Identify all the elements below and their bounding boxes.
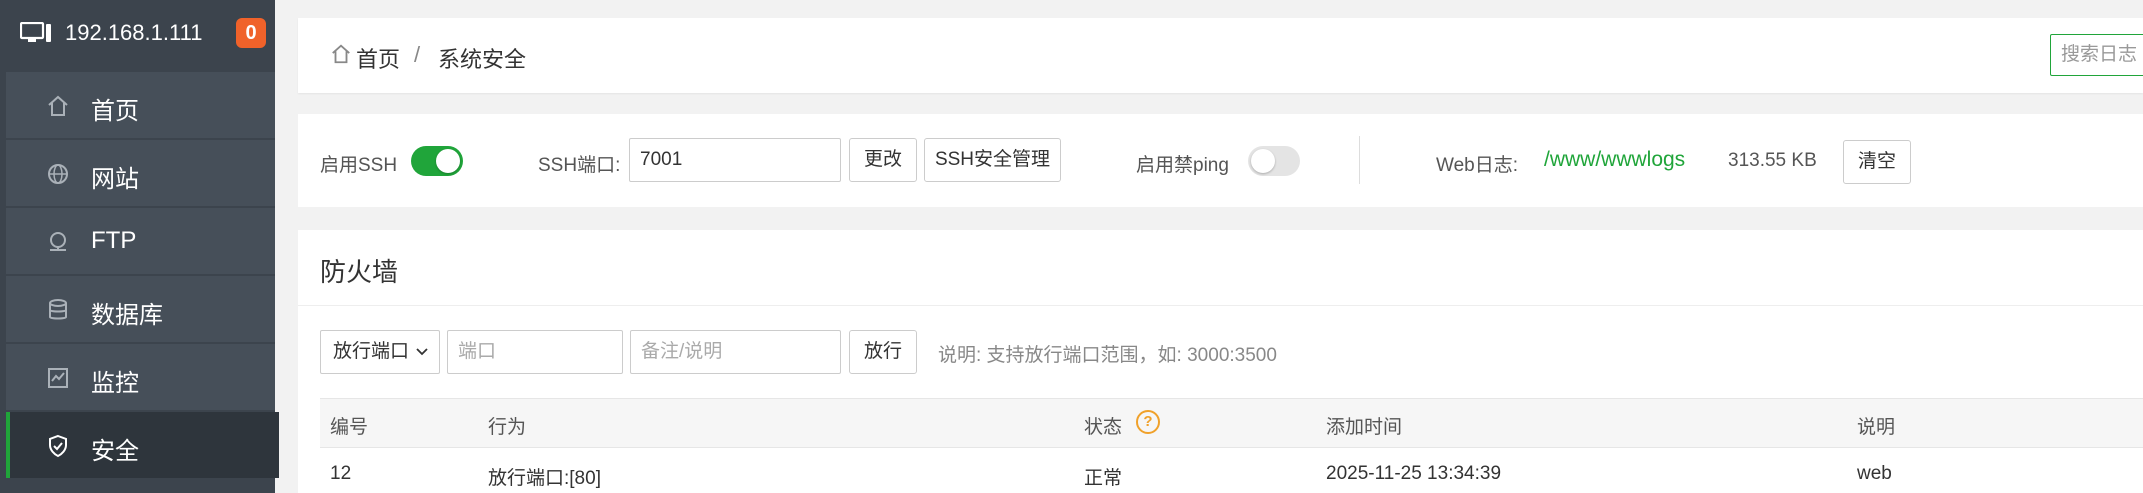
firewall-panel: 防火墙 放行端口 端口 备注/说明 放行 说明: 支持放行端口范围，如: 300… — [298, 230, 2143, 493]
ssh-enable-label: 启用SSH — [320, 155, 398, 176]
monitor-device-icon — [19, 21, 52, 49]
page-header: 首页 / 系统安全 搜索日志 — [298, 18, 2143, 93]
sidebar-item-websites[interactable]: 网站 — [6, 140, 275, 206]
port-input[interactable]: 端口 — [447, 330, 623, 374]
sidebar: 192.168.1.111 0 首页 网站 FTP 数据库 监控 安全 — [0, 0, 279, 493]
toggle-knob — [436, 149, 460, 173]
sidebar-item-security[interactable]: 安全 — [6, 412, 279, 478]
globe-icon — [46, 162, 70, 186]
ssh-security-manage-button[interactable]: SSH安全管理 — [924, 138, 1061, 182]
column-header-id[interactable]: 编号 — [330, 412, 368, 439]
firewall-title: 防火墙 — [320, 257, 399, 287]
weblog-label: Web日志: — [1436, 155, 1519, 176]
sidebar-item-label: FTP — [91, 227, 137, 254]
ssh-toggle[interactable] — [411, 146, 463, 176]
change-port-button[interactable]: 更改 — [849, 138, 917, 182]
column-header-time[interactable]: 添加时间 — [1326, 412, 1402, 439]
notification-badge[interactable]: 0 — [236, 18, 266, 48]
sidebar-item-label: 监控 — [91, 370, 139, 397]
database-icon — [46, 298, 70, 322]
divider — [1359, 136, 1360, 184]
breadcrumb-home-link[interactable]: 首页 — [356, 42, 400, 74]
action-select-value: 放行端口 — [333, 341, 410, 362]
sidebar-item-home[interactable]: 首页 — [6, 72, 275, 138]
server-ip: 192.168.1.111 — [65, 20, 203, 45]
toggle-knob — [1251, 149, 1275, 173]
sidebar-item-label: 首页 — [91, 98, 139, 125]
cell-action: 放行端口:[80] — [488, 468, 601, 489]
sidebar-item-ftp[interactable]: FTP — [6, 208, 275, 274]
home-icon — [46, 94, 70, 118]
allow-port-button[interactable]: 放行 — [849, 330, 917, 374]
note-input[interactable]: 备注/说明 — [630, 330, 841, 374]
breadcrumb-separator: / — [414, 42, 421, 67]
table-header: 编号 行为 状态 ? 添加时间 说明 — [320, 398, 2143, 448]
ssh-port-input[interactable]: 7001 — [629, 138, 841, 182]
cell-time: 2025-11-25 13:34:39 — [1326, 463, 1502, 484]
help-question-icon[interactable]: ? — [1136, 410, 1160, 434]
cell-status: 正常 — [1084, 468, 1123, 489]
sidebar-item-monitor[interactable]: 监控 — [6, 344, 275, 410]
divider — [298, 305, 2143, 306]
sidebar-item-label: 数据库 — [91, 302, 163, 329]
cell-id: 12 — [330, 463, 352, 484]
column-header-note[interactable]: 说明 — [1857, 412, 1895, 439]
sidebar-item-label: 安全 — [91, 438, 139, 465]
weblog-path-link[interactable]: /www/wwwlogs — [1544, 148, 1685, 172]
search-log-input[interactable]: 搜索日志 — [2050, 34, 2143, 76]
column-header-status[interactable]: 状态 — [1084, 412, 1122, 439]
chevron-down-icon — [415, 331, 429, 390]
firewall-hint: 说明: 支持放行端口范围，如: 3000:3500 — [938, 345, 1277, 366]
action-select[interactable]: 放行端口 — [320, 330, 440, 374]
shield-icon — [46, 434, 70, 458]
clear-log-button[interactable]: 清空 — [1843, 140, 1911, 184]
ftp-icon — [46, 230, 70, 254]
ssh-port-label: SSH端口: — [538, 155, 621, 176]
column-header-action[interactable]: 行为 — [488, 412, 526, 439]
block-ping-label: 启用禁ping — [1136, 155, 1229, 176]
weblog-size: 313.55 KB — [1728, 150, 1817, 171]
block-ping-toggle[interactable] — [1248, 146, 1300, 176]
monitor-icon — [46, 366, 70, 390]
cell-note: web — [1857, 463, 1892, 484]
sidebar-item-database[interactable]: 数据库 — [6, 276, 275, 342]
server-header: 192.168.1.111 0 — [0, 0, 275, 66]
home-icon[interactable] — [330, 43, 352, 70]
breadcrumb-current: 系统安全 — [438, 47, 527, 72]
sidebar-item-label: 网站 — [91, 166, 139, 193]
security-settings-bar: 启用SSH SSH端口: 7001 更改 SSH安全管理 启用禁ping Web… — [298, 114, 2143, 207]
